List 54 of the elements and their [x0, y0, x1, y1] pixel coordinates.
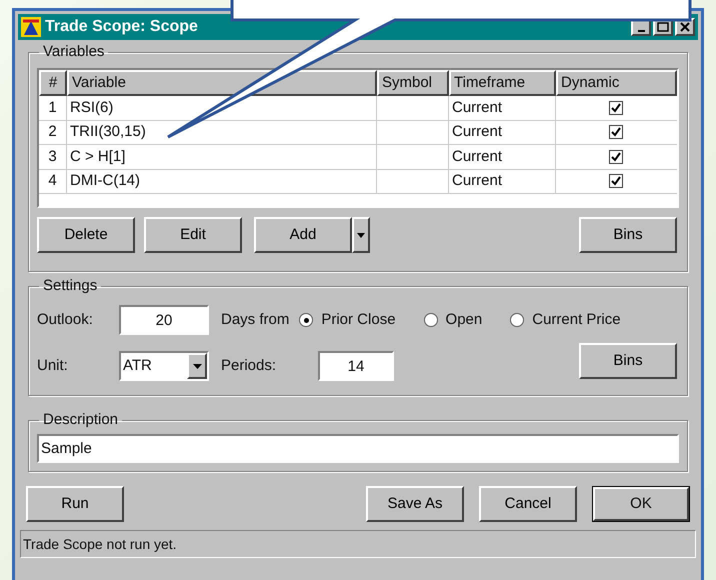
- caret-icon: [357, 232, 365, 238]
- description-field[interactable]: Sample: [37, 434, 679, 463]
- checkbox[interactable]: [609, 100, 623, 115]
- radio-label[interactable]: Prior Close: [321, 308, 396, 332]
- days-from-label: Days from: [221, 310, 290, 330]
- row-number: 1: [39, 96, 67, 120]
- table-cell: C > H[1]: [67, 145, 377, 168]
- checkbox[interactable]: [609, 150, 623, 164]
- run-button[interactable]: Run: [26, 486, 124, 522]
- row-number: 3: [39, 145, 67, 168]
- save-as-button[interactable]: Save As: [366, 486, 464, 522]
- periods-field[interactable]: 14: [318, 351, 394, 381]
- cancel-button[interactable]: Cancel: [479, 486, 577, 522]
- dropdown-button[interactable]: [352, 217, 370, 253]
- minimize-icon: [638, 30, 644, 32]
- radio-label[interactable]: Current Price: [532, 308, 621, 332]
- periods-label: Periods:: [221, 356, 278, 376]
- maximize-icon: [657, 22, 669, 32]
- bins-button[interactable]: Bins: [579, 343, 677, 379]
- radio-button[interactable]: [299, 313, 314, 327]
- radio-button[interactable]: [424, 313, 438, 327]
- unit-label: Unit:: [37, 356, 69, 376]
- checkbox[interactable]: [609, 125, 623, 140]
- bins-button[interactable]: Bins: [579, 217, 677, 253]
- table-cell: Current: [449, 170, 556, 193]
- unit-dropdown[interactable]: ATR: [119, 351, 209, 381]
- group-label: Description: [43, 411, 118, 428]
- row-number: 4: [39, 170, 67, 193]
- radio-button[interactable]: [510, 313, 524, 327]
- table-cell: Current: [449, 145, 556, 168]
- app-logo-icon: [21, 17, 41, 37]
- table-cell: Current: [449, 96, 556, 120]
- radio-label[interactable]: Open: [446, 308, 482, 332]
- delete-button[interactable]: Delete: [37, 217, 135, 253]
- add-button[interactable]: Add: [254, 217, 352, 253]
- outlook-label: Outlook:: [37, 310, 94, 330]
- column-header[interactable]: Dynamic: [556, 70, 677, 96]
- checkbox[interactable]: [609, 174, 623, 188]
- column-header[interactable]: Symbol: [377, 70, 449, 96]
- column-header[interactable]: Timeframe: [449, 70, 556, 96]
- window-title: Trade Scope: Scope: [45, 17, 198, 37]
- table-cell: Current: [449, 120, 556, 144]
- column-header[interactable]: Variable: [67, 70, 377, 96]
- group-label: Settings: [43, 277, 98, 294]
- outlook-field[interactable]: 20: [119, 305, 209, 335]
- edit-button[interactable]: Edit: [144, 217, 242, 253]
- status-bar: Trade Scope not run yet.: [20, 530, 696, 558]
- column-header[interactable]: #: [39, 70, 67, 96]
- row-number: 2: [39, 120, 67, 144]
- ok-button[interactable]: OK: [593, 487, 689, 521]
- caret-icon: [192, 364, 202, 368]
- group-label: Variables: [43, 43, 104, 60]
- table-cell: DMI-C(14): [67, 170, 377, 193]
- close-icon: [679, 22, 691, 32]
